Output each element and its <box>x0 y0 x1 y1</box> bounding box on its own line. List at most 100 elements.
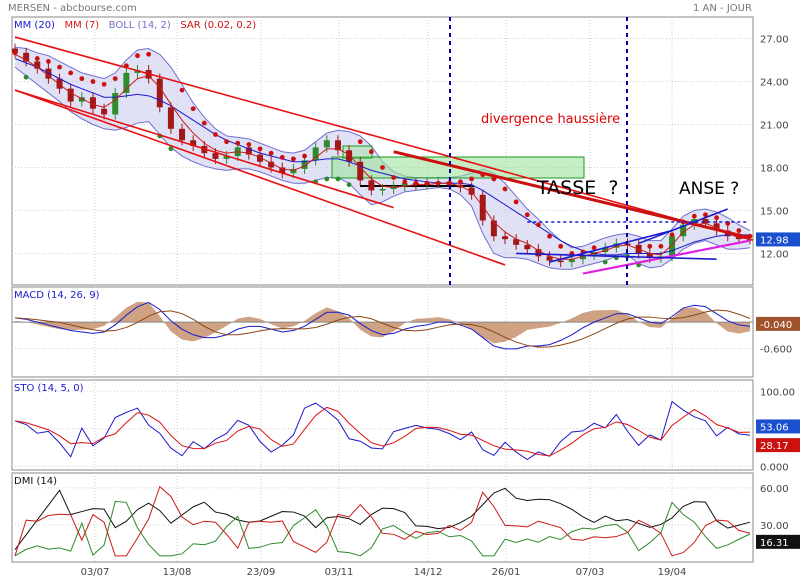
sar-dot <box>691 213 697 219</box>
chart-title: MERSEN - abcbourse.com <box>8 3 137 14</box>
sar-dot <box>469 176 474 182</box>
x-tick-label: 03/07 <box>81 567 110 578</box>
candle-body <box>368 180 375 191</box>
macd-legend: MACD (14, 26, 9) <box>14 290 100 301</box>
sar-dot <box>446 180 452 186</box>
y-tick-label: -0.600 <box>760 344 792 355</box>
sar-dot <box>112 76 118 82</box>
sar-dot <box>513 199 519 205</box>
sar-dot <box>380 165 385 170</box>
legend-sar: SAR (0.02, 0.2) <box>180 20 257 31</box>
sar-dot <box>536 222 541 228</box>
sar-dot <box>257 146 263 152</box>
macd-badge-label: -0.040 <box>760 320 792 331</box>
sar-dot <box>547 233 552 239</box>
x-tick-label: 03/11 <box>325 567 354 578</box>
sar-dot <box>368 149 374 155</box>
sar-dot <box>90 79 96 84</box>
sar-dot <box>335 176 341 182</box>
y-tick-label: 24.00 <box>760 77 789 88</box>
sto-d-badge-label: 28.17 <box>760 441 789 452</box>
divergence-annotation: divergence haussière <box>481 112 621 127</box>
sar-dot <box>413 180 419 186</box>
sar-dot <box>291 156 296 162</box>
sar-dot <box>435 180 441 186</box>
sar-dot <box>714 215 719 221</box>
legend-mm7: MM (7) <box>64 20 100 31</box>
y-tick-label: 18.00 <box>760 163 789 174</box>
sar-dot <box>12 50 18 56</box>
sar-dot <box>391 175 397 180</box>
candle-body <box>479 194 486 221</box>
sto-legend: STO (14, 5, 0) <box>14 383 84 394</box>
y-tick-label: 0.000 <box>760 462 789 473</box>
candle-body <box>502 236 508 240</box>
tasse-annotation: TASSE ? <box>537 177 619 199</box>
sar-dot <box>246 142 252 147</box>
sar-dot <box>224 139 229 145</box>
sar-dot <box>402 179 408 185</box>
candle-body <box>379 188 386 191</box>
panel-sto <box>11 379 754 471</box>
legend-mm20: MM (20) <box>14 20 55 31</box>
sar-dot <box>602 259 608 265</box>
sar-dot <box>190 106 196 112</box>
candle-body <box>212 153 219 159</box>
sar-dot <box>357 139 363 145</box>
sar-dot <box>79 76 85 82</box>
dmi-legend: DMI (14) <box>14 476 57 487</box>
sar-dot <box>279 155 285 160</box>
dmi-badge-label: 16.31 <box>760 538 789 549</box>
sto-k-badge-label: 53.06 <box>760 422 789 433</box>
candle-body <box>179 128 186 141</box>
candle-body <box>557 260 564 263</box>
x-tick-label: 14/12 <box>414 567 443 578</box>
anse-annotation: ANSE ? <box>679 179 740 199</box>
sar-dot <box>346 182 352 188</box>
sar-dot <box>736 228 742 233</box>
sar-dot <box>146 51 152 57</box>
y-tick-label: 30.00 <box>760 521 789 532</box>
y-tick-label: 60.00 <box>760 484 789 495</box>
sar-dot <box>324 176 330 182</box>
candle-body <box>323 140 330 148</box>
period-label: 1 AN - JOUR <box>693 3 752 14</box>
y-tick-label: 100.00 <box>760 387 795 398</box>
candle-body <box>524 244 531 250</box>
x-tick-label: 13/08 <box>163 567 192 578</box>
last-price-label: 12.98 <box>760 235 789 246</box>
candle-body <box>490 220 497 237</box>
sar-dot <box>101 81 107 87</box>
sar-dot <box>235 140 241 146</box>
candle-body <box>156 78 163 108</box>
x-tick-label: 19/04 <box>658 567 687 578</box>
sar-dot <box>647 243 653 249</box>
candle-body <box>167 107 174 129</box>
sar-dot <box>558 243 564 249</box>
sar-dot <box>458 179 463 185</box>
candle-body <box>312 147 319 161</box>
y-tick-label: 27.00 <box>760 34 789 45</box>
sar-dot <box>502 186 508 192</box>
y-tick-label: 15.00 <box>760 206 789 217</box>
sar-dot <box>135 53 140 59</box>
legend-boll: BOLL (14, 2) <box>108 20 171 31</box>
x-tick-label: 23/09 <box>247 567 276 578</box>
candle-body <box>101 108 108 115</box>
y-tick-label: 21.00 <box>760 120 789 131</box>
price-legend: MM (20) MM (7) BOLL (14, 2) SAR (0.02, 0… <box>14 20 256 31</box>
sar-dot <box>179 87 185 93</box>
x-tick-label: 26/01 <box>492 567 521 578</box>
sar-dot <box>57 64 62 70</box>
sar-dot <box>424 180 430 186</box>
sar-dot <box>23 74 29 80</box>
candle-body <box>67 88 74 102</box>
sar-dot <box>46 59 51 64</box>
candle-body <box>123 72 130 93</box>
sar-dot <box>201 120 207 126</box>
x-tick-label: 07/03 <box>576 567 605 578</box>
sar-dot <box>34 56 40 61</box>
sar-dot <box>268 150 274 156</box>
y-tick-label: 12.00 <box>760 249 789 260</box>
chart-canvas: 03/07 13/08 23/09 03/11 14/12 26/01 07/03 19/04… <box>11 16 800 578</box>
